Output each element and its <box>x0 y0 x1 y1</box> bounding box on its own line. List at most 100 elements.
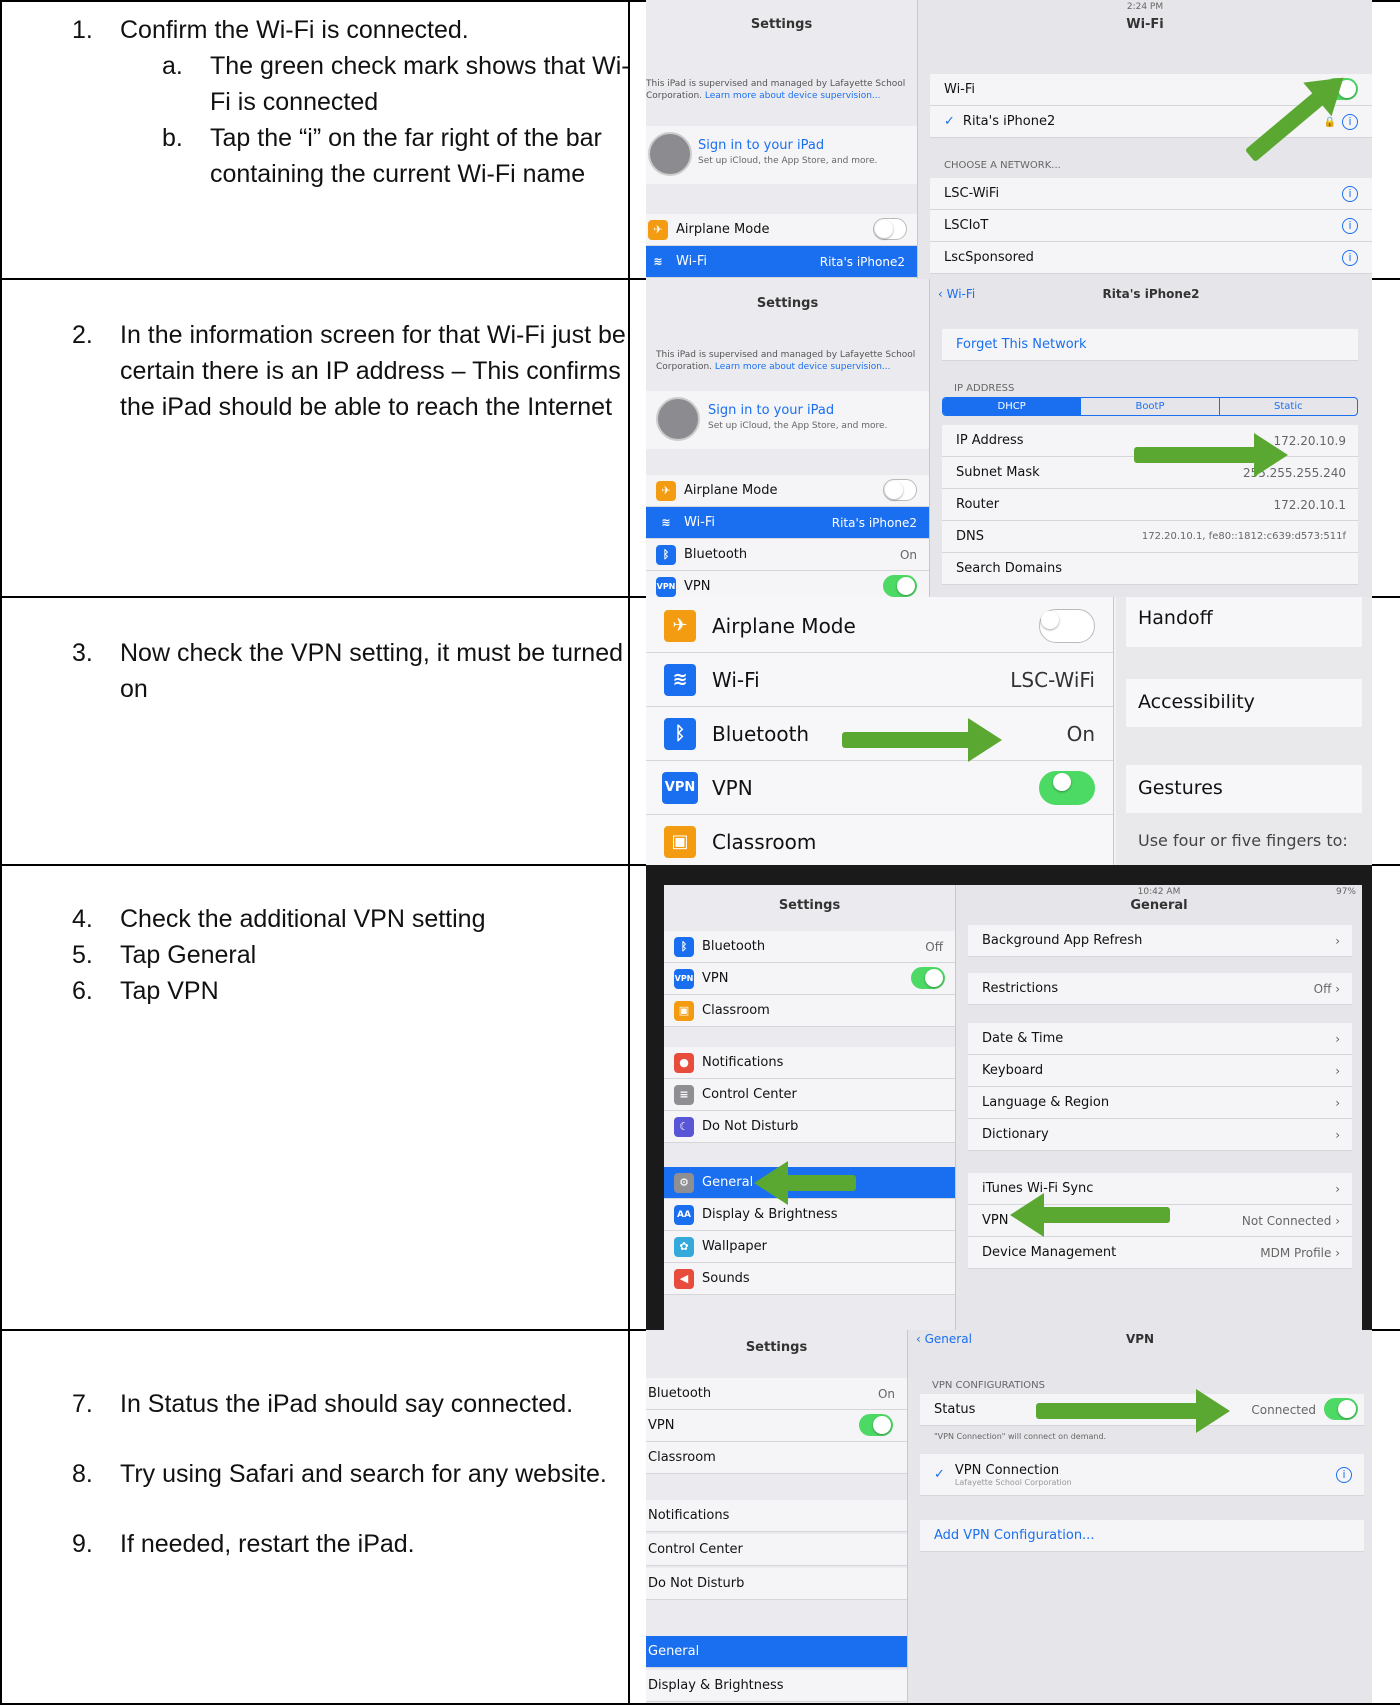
sidebar-item-control-center[interactable]: ≡ Control Center <box>664 1079 955 1111</box>
ip-field-row[interactable]: Search Domains <box>942 553 1358 585</box>
general-row[interactable]: Background App Refresh › <box>968 925 1352 957</box>
general-row[interactable]: Restrictions Off › <box>968 973 1352 1005</box>
network-row[interactable]: LSC-WiFi i <box>930 178 1372 210</box>
sidebar-item-classroom[interactable]: ▣ Classroom <box>646 815 1113 865</box>
general-row[interactable]: Device Management MDM Profile › <box>968 1237 1352 1269</box>
sidebar-item-wifi[interactable]: ≋ Wi-Fi Rita's iPhone2 <box>646 246 917 278</box>
supervision-link[interactable]: Learn more about device supervision... <box>705 91 881 101</box>
vpn-toggle[interactable] <box>1039 771 1095 805</box>
vpn-toggle[interactable] <box>859 1414 893 1436</box>
step-item: 4. Check the additional VPN setting <box>72 905 486 933</box>
sidebar-title: Settings <box>778 897 841 913</box>
network-row[interactable]: LscSponsored i <box>930 242 1372 274</box>
ip-mode-segmented-control[interactable]: DHCP BootP Static <box>942 397 1358 416</box>
sidebar-item-vpn[interactable]: VPN <box>646 1410 907 1442</box>
sign-in-row[interactable]: Sign in to your iPad Set up iCloud, the … <box>646 126 917 184</box>
step-text-cell: 4. Check the additional VPN setting 5. Tap… <box>0 865 630 1330</box>
network-row[interactable]: LSCIoT i <box>930 210 1372 242</box>
status-value: Connected <box>1251 1402 1316 1417</box>
wifi-icon: ≋ <box>653 255 663 268</box>
sidebar-item-label: General <box>702 1175 754 1190</box>
sidebar-item-general[interactable]: General <box>646 1636 907 1668</box>
vpn-connection-row[interactable]: ✓ VPN Connection Lafayette School Corpor… <box>920 1454 1364 1496</box>
row-label: Device Management <box>982 1245 1117 1260</box>
supervision-link[interactable]: Learn more about device supervision... <box>715 362 891 372</box>
general-row[interactable]: Keyboard › <box>968 1055 1352 1087</box>
accessibility-row[interactable]: Accessibility <box>1126 679 1362 727</box>
chevron-right-icon: › <box>1335 1181 1340 1196</box>
avatar <box>656 397 700 441</box>
instruction-table: 1. Confirm the Wi-Fi is connected. a. The … <box>0 0 1400 1705</box>
sign-in-subtitle: Set up iCloud, the App Store, and more. <box>708 421 888 431</box>
field-label: DNS <box>956 529 984 544</box>
field-label: IP Address <box>956 433 1024 448</box>
vpn-toggle[interactable] <box>883 575 917 597</box>
network-name: LscSponsored <box>944 250 1034 265</box>
vpn-connection-name: VPN Connection <box>954 1462 1060 1478</box>
wifi-detail-pane: 2:24 PM Wi-Fi Wi-Fi ✓ Rita's iPhone2 🔒 i … <box>918 0 1372 279</box>
sidebar-item-wifi[interactable]: ≋ Wi-Fi Rita's iPhone2 <box>646 507 929 539</box>
sidebar-item-display[interactable]: AA Display & Brightness <box>664 1199 955 1231</box>
sidebar-item-control-center[interactable]: Control Center <box>646 1534 907 1566</box>
sidebar-item-classroom[interactable]: Classroom <box>646 1442 907 1474</box>
forget-network-row[interactable]: Forget This Network <box>942 329 1358 361</box>
info-icon[interactable]: i <box>1336 1466 1352 1483</box>
sidebar-item-airplane[interactable]: ✈ Airplane Mode <box>646 214 917 246</box>
row-label: Dictionary <box>982 1127 1049 1142</box>
sidebar-item-wifi[interactable]: ≋ Wi-Fi LSC-WiFi <box>646 653 1113 707</box>
sidebar-item-value: Rita's iPhone2 <box>831 515 917 530</box>
sidebar-item-sounds[interactable]: ◀ Sounds <box>664 1263 955 1295</box>
handoff-row[interactable]: Handoff <box>1126 597 1362 647</box>
info-icon[interactable]: i <box>1342 113 1358 130</box>
info-icon[interactable]: i <box>1342 249 1358 266</box>
airplane-toggle[interactable] <box>1039 609 1095 643</box>
general-row[interactable]: Date & Time › <box>968 1023 1352 1055</box>
step-row-5: 7. In Status the iPad should say connecte… <box>0 1330 1400 1705</box>
sidebar-item-label: Wi-Fi <box>712 667 760 692</box>
sidebar-item-do-not-disturb[interactable]: ☾ Do Not Disturb <box>664 1111 955 1143</box>
ip-field-row: DNS 172.20.10.1, fe80::1812:c639:d573:51… <box>942 521 1358 553</box>
airplane-toggle[interactable] <box>873 218 907 240</box>
info-icon[interactable]: i <box>1342 185 1358 202</box>
row-value: Off <box>1313 981 1332 996</box>
sidebar-item-value: LSC-WiFi <box>1010 667 1095 692</box>
sidebar-item-notifications[interactable]: Notifications <box>646 1500 907 1532</box>
settings-sidebar: Settings ᛒ Bluetooth Off VPN VPN ▣ Class… <box>664 885 956 1330</box>
sidebar-item-label: General <box>648 1644 700 1659</box>
sidebar-item-vpn[interactable]: VPN VPN <box>646 571 929 597</box>
sidebar-item-do-not-disturb[interactable]: Do Not Disturb <box>646 1568 907 1600</box>
general-row[interactable]: Dictionary › <box>968 1119 1352 1151</box>
vpn-status-toggle[interactable] <box>1324 1398 1358 1420</box>
segment-bootp[interactable]: BootP <box>1081 398 1220 415</box>
gestures-row[interactable]: Gestures <box>1126 765 1362 813</box>
segment-static[interactable]: Static <box>1220 398 1357 415</box>
sidebar-item-airplane[interactable]: ✈ Airplane Mode <box>646 475 929 507</box>
field-label: Router <box>956 497 1000 512</box>
add-vpn-configuration-row[interactable]: Add VPN Configuration... <box>920 1520 1364 1552</box>
sidebar-item-bluetooth[interactable]: ᛒ Bluetooth Off <box>664 931 955 963</box>
sidebar-item-label: Wi-Fi <box>676 254 708 269</box>
sidebar-item-bluetooth[interactable]: Bluetooth On <box>646 1378 907 1410</box>
step-item: 5. Tap General <box>72 941 257 969</box>
wifi-info-pane: ‹ Wi-Fi Rita's iPhone2 Forget This Netwo… <box>930 279 1372 597</box>
sidebar-item-bluetooth[interactable]: ᛒ Bluetooth On <box>646 539 929 571</box>
row-label: Keyboard <box>982 1063 1044 1078</box>
sidebar-item-vpn[interactable]: VPN VPN <box>646 761 1113 815</box>
segment-dhcp[interactable]: DHCP <box>943 398 1082 415</box>
airplane-toggle[interactable] <box>883 479 917 501</box>
step-text-cell: 1. Confirm the Wi-Fi is connected. a. The … <box>0 0 630 279</box>
sidebar-item-wallpaper[interactable]: ✿ Wallpaper <box>664 1231 955 1263</box>
general-row[interactable]: Language & Region › <box>968 1087 1352 1119</box>
info-icon[interactable]: i <box>1342 217 1358 234</box>
sidebar-item-airplane[interactable]: ✈ Airplane Mode <box>646 599 1113 653</box>
sign-in-row[interactable]: Sign in to your iPad Set up iCloud, the … <box>646 391 929 449</box>
sidebar-item-vpn[interactable]: VPN VPN <box>664 963 955 995</box>
classroom-icon: ▣ <box>674 1000 694 1021</box>
sidebar-item-classroom[interactable]: ▣ Classroom <box>664 995 955 1027</box>
screenshot-general-settings: Settings ᛒ Bluetooth Off VPN VPN ▣ Class… <box>646 865 1372 1330</box>
sidebar-item-display[interactable]: Display & Brightness <box>646 1670 907 1702</box>
sidebar-item-label: Bluetooth <box>648 1386 712 1401</box>
vpn-toggle[interactable] <box>911 967 945 989</box>
sign-in-title: Sign in to your iPad <box>698 138 825 153</box>
sidebar-item-notifications[interactable]: ● Notifications <box>664 1047 955 1079</box>
